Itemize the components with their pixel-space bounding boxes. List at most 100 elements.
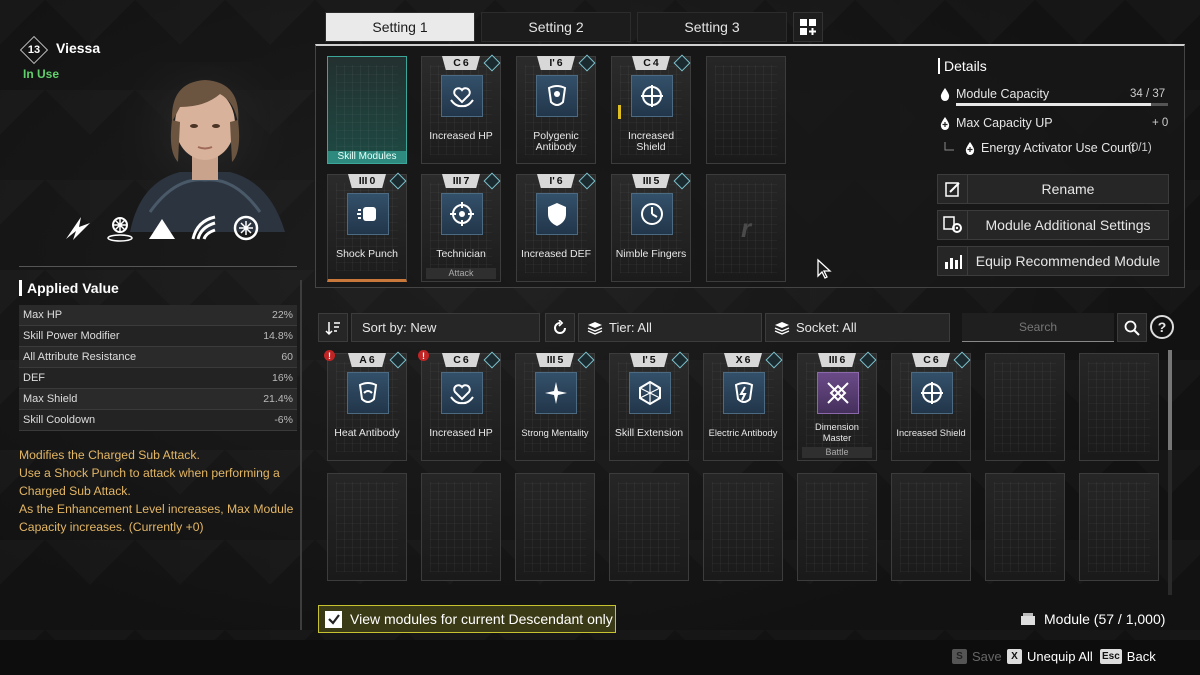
- dimension-icon: [817, 372, 859, 414]
- enhance-level-bar: [618, 105, 621, 119]
- empty-inventory-slot: [985, 473, 1065, 581]
- back-button[interactable]: Esc Back: [1100, 649, 1156, 664]
- character-status: In Use: [23, 67, 60, 81]
- hexagon-icon: [629, 372, 671, 414]
- max-capacity-row: Max Capacity UP: [939, 116, 1053, 130]
- applied-value-title: Applied Value: [19, 280, 119, 296]
- skill-3-icon[interactable]: [146, 212, 178, 244]
- grid-plus-icon: [800, 19, 816, 35]
- skill-icons-row: [62, 212, 262, 244]
- capacity-cost: III 6: [818, 353, 856, 367]
- capacity-cost: C4: [632, 56, 670, 70]
- capacity-cost: C6: [442, 56, 480, 70]
- tree-branch-icon: [944, 142, 954, 151]
- empty-inventory-slot: [515, 473, 595, 581]
- layers-icon: [774, 321, 790, 335]
- stat-row: DEF 16%: [19, 368, 297, 389]
- energy-activator-value: (0/1): [1128, 142, 1152, 154]
- module-count: Module (57 / 1,000): [1020, 611, 1165, 627]
- shield-cross-icon: [911, 372, 953, 414]
- skill-modules-label: Skill Modules: [328, 151, 406, 163]
- module-capacity-bar: [956, 103, 1168, 106]
- applied-value-table: Max HP 22% Skill Power Modifier 14.8% All …: [19, 305, 297, 431]
- sort-icon: [325, 321, 340, 335]
- help-button[interactable]: ?: [1150, 315, 1174, 339]
- empty-inventory-slot: [327, 473, 407, 581]
- bar-chart-icon: [944, 255, 962, 269]
- empty-module-slot[interactable]: [706, 56, 786, 164]
- empty-inventory-slot: [609, 473, 689, 581]
- empty-inventory-slot: [891, 473, 971, 581]
- edit-icon: [944, 182, 960, 197]
- stat-row: All Attribute Resistance 60: [19, 347, 297, 368]
- shield-cross-icon: [631, 75, 673, 117]
- equipped-module-slot[interactable]: C6 Increased HP: [421, 54, 501, 164]
- droplet-plus-icon: [965, 142, 975, 155]
- equipped-module-slot[interactable]: C4 Increased Shield: [611, 54, 691, 164]
- unequip-all-button[interactable]: X Unequip All: [1007, 649, 1093, 664]
- antibody-icon: [347, 372, 389, 414]
- capacity-cost: A6: [348, 353, 386, 367]
- stat-row: Skill Power Modifier 14.8%: [19, 326, 297, 347]
- inventory-module[interactable]: ! C6 Increased HP: [418, 350, 501, 461]
- target-icon: [441, 193, 483, 235]
- panel-divider: [300, 280, 302, 630]
- equipped-module-slot[interactable]: III 5 Nimble Fingers: [611, 172, 691, 282]
- inventory-module[interactable]: I' 5 Skill Extension: [609, 351, 689, 461]
- module-additional-settings-button[interactable]: Module Additional Settings: [937, 210, 1169, 240]
- tab-setting-2[interactable]: Setting 2: [481, 12, 631, 42]
- equipped-module-slot[interactable]: III 0 Shock Punch: [327, 172, 407, 282]
- alert-icon: !: [324, 350, 335, 361]
- capacity-cost: C6: [912, 353, 950, 367]
- tab-setting-1[interactable]: Setting 1: [325, 12, 475, 42]
- capacity-cost: C6: [442, 353, 480, 367]
- capacity-cost: X6: [724, 353, 762, 367]
- inventory-scrollbar[interactable]: [1168, 350, 1172, 595]
- stat-row: Max HP 22%: [19, 305, 297, 326]
- search-icon: [1124, 320, 1140, 336]
- tab-setting-3[interactable]: Setting 3: [637, 12, 787, 42]
- inventory-module[interactable]: III 5 Strong Mentality: [515, 351, 595, 461]
- inventory-module[interactable]: III 6 Dimension Master Battle: [797, 351, 877, 461]
- socket-filter-dropdown[interactable]: Socket: All: [765, 313, 950, 342]
- empty-inventory-slot: [1079, 473, 1159, 581]
- add-setting-button[interactable]: [793, 12, 823, 42]
- skill-2-icon[interactable]: [104, 212, 136, 244]
- locked-module-slot[interactable]: r: [706, 174, 786, 282]
- search-input[interactable]: Search: [962, 313, 1114, 342]
- sort-order-button[interactable]: [318, 313, 348, 342]
- heart-hands-icon: [441, 75, 483, 117]
- reset-filter-button[interactable]: [545, 313, 575, 342]
- droplet-plus-icon: [940, 117, 950, 130]
- equip-recommended-button[interactable]: Equip Recommended Module: [937, 246, 1169, 276]
- clock-icon: [631, 193, 673, 235]
- sort-dropdown[interactable]: Sort by: New: [351, 313, 540, 342]
- inventory-module[interactable]: C6 Increased Shield: [891, 351, 971, 461]
- current-descendant-filter-checkbox[interactable]: View modules for current Descendant only: [318, 605, 616, 633]
- shield-icon: [536, 193, 578, 235]
- empty-inventory-slot: [797, 473, 877, 581]
- equipped-module-slot[interactable]: III 7 Technician Attack: [421, 172, 501, 282]
- mouse-cursor-icon: [817, 258, 832, 279]
- alert-icon: !: [418, 350, 429, 361]
- capacity-cost: III 5: [632, 174, 670, 188]
- character-name: Viessa: [56, 40, 101, 56]
- equipped-module-slot[interactable]: I' 6 Increased DEF: [516, 172, 596, 282]
- rename-button[interactable]: Rename: [937, 174, 1169, 204]
- equipped-module-slot[interactable]: I' 6 Polygenic Antibody: [516, 54, 596, 164]
- capacity-cost: I' 6: [537, 56, 575, 70]
- save-button[interactable]: S Save: [952, 649, 1002, 664]
- character-portrait: [120, 62, 290, 232]
- skill-5-icon[interactable]: [230, 212, 262, 244]
- module-capacity-row: Module Capacity: [939, 87, 1049, 101]
- skill-1-icon[interactable]: [62, 212, 94, 244]
- capacity-cost: III 0: [348, 174, 386, 188]
- inventory-module[interactable]: ! A6 Heat Antibody: [324, 350, 407, 461]
- inventory-module[interactable]: X6 Electric Antibody: [703, 351, 783, 461]
- skill-module-slot[interactable]: Skill Modules: [327, 56, 407, 164]
- skill-4-icon[interactable]: [188, 212, 220, 244]
- empty-inventory-slot: [421, 473, 501, 581]
- tier-filter-dropdown[interactable]: Tier: All: [578, 313, 762, 342]
- layers-icon: [587, 321, 603, 335]
- search-button[interactable]: [1117, 313, 1147, 342]
